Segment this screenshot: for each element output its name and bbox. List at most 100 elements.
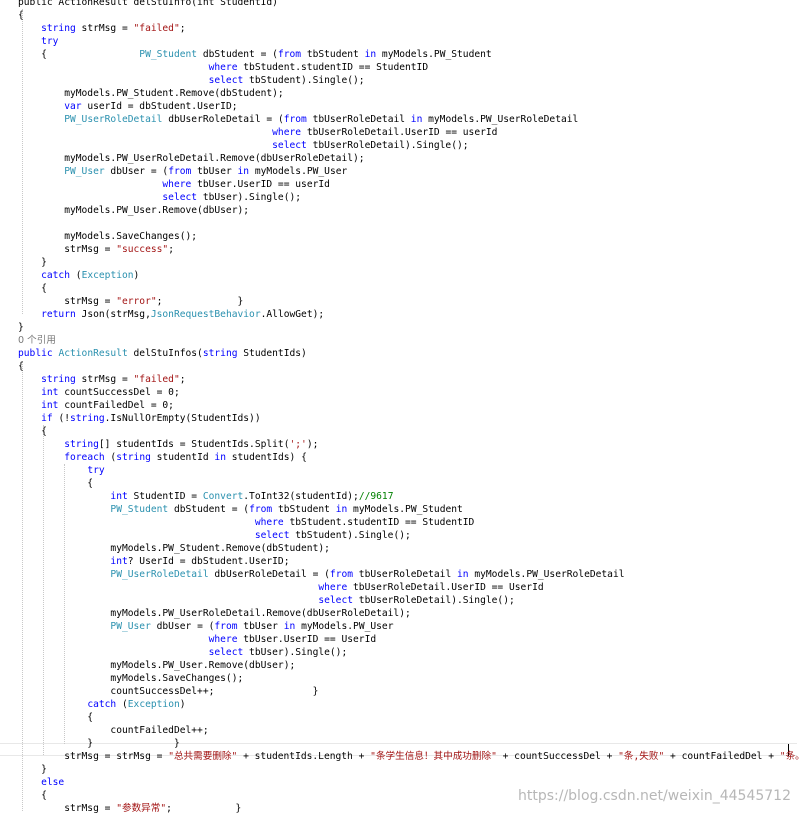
code-line[interactable]: return Json(strMsg,JsonRequestBehavior.A…: [18, 308, 324, 321]
code-line[interactable]: where tbUserRoleDetail.UserID == UserId: [18, 581, 543, 594]
code-token: string: [70, 413, 105, 424]
code-line[interactable]: public ActionResult delStuInfos(string S…: [18, 347, 307, 360]
code-line[interactable]: int? UserId = dbStudent.UserID;: [18, 555, 289, 568]
code-token: from: [214, 621, 238, 632]
code-line[interactable]: int countSuccessDel = 0;: [18, 386, 180, 399]
code-editor[interactable]: public ActionResult delStuInfo(int Stude…: [0, 0, 801, 814]
code-line[interactable]: { PW_Student dbStudent = (from tbStudent…: [18, 48, 492, 61]
code-token: from: [329, 569, 354, 580]
code-line[interactable]: PW_User dbUser = (from tbUser in myModel…: [18, 165, 347, 178]
code-line[interactable]: string[] studentIds = StudentIds.Split('…: [18, 438, 318, 451]
code-token: myModels.SaveChanges();: [18, 673, 244, 684]
code-line[interactable]: int StudentID = Convert.ToInt32(studentI…: [18, 490, 393, 503]
code-token: ): [179, 699, 186, 710]
code-line[interactable]: strMsg = strMsg = "总共需要删除" + studentIds.…: [18, 750, 801, 763]
code-token: string: [202, 348, 238, 359]
code-line[interactable]: {: [18, 425, 47, 438]
code-token: studentIds) {: [225, 452, 307, 463]
code-line[interactable]: select tbUserRoleDetail).Single();: [18, 594, 514, 607]
code-line[interactable]: strMsg = "error"; }: [18, 295, 243, 308]
code-line[interactable]: var userId = dbStudent.UserID;: [18, 100, 237, 113]
code-line[interactable]: PW_Student dbStudent = (from tbStudent i…: [18, 503, 462, 516]
code-line[interactable]: myModels.PW_User.Remove(dbUser);: [18, 659, 295, 672]
code-line[interactable]: myModels.SaveChanges();: [18, 230, 197, 243]
code-line[interactable]: else: [18, 776, 64, 789]
code-token: myModels.PW_User: [295, 621, 394, 632]
code-token: where: [272, 127, 302, 138]
code-line[interactable]: select tbUser).Single();: [18, 191, 301, 204]
code-line[interactable]: {: [18, 282, 47, 295]
code-line[interactable]: catch (Exception): [18, 269, 139, 282]
code-line[interactable]: strMsg = "参数异常"; }: [18, 802, 241, 814]
code-line[interactable]: strMsg = "success";: [18, 243, 174, 256]
code-token: delStuInfos(: [127, 348, 203, 359]
code-token: string: [64, 439, 99, 450]
code-line[interactable]: myModels.PW_UserRoleDetail.Remove(dbUser…: [18, 607, 410, 620]
code-line[interactable]: select tbUserRoleDetail).Single();: [18, 139, 468, 152]
code-line[interactable]: PW_UserRoleDetail dbUserRoleDetail = (fr…: [18, 113, 578, 126]
code-line[interactable]: if (!string.IsNullOrEmpty(StudentIds)): [18, 412, 261, 425]
code-line[interactable]: myModels.PW_UserRoleDetail.Remove(dbUser…: [18, 152, 364, 165]
code-line[interactable]: select tbUser).Single();: [18, 646, 348, 659]
code-line[interactable]: select tbStudent).Single();: [18, 529, 411, 542]
code-line[interactable]: PW_User dbUser = (from tbUser in myModel…: [18, 620, 394, 633]
code-line[interactable]: } }: [18, 737, 179, 750]
code-line[interactable]: where tbStudent.studentID == StudentID: [18, 61, 429, 74]
code-token: dbUserRoleDetail = (: [162, 114, 284, 125]
code-line[interactable]: string strMsg = "failed";: [18, 22, 185, 35]
code-line[interactable]: {: [18, 477, 93, 490]
code-token: PW_UserRoleDetail: [110, 569, 209, 580]
code-line[interactable]: PW_UserRoleDetail dbUserRoleDetail = (fr…: [18, 568, 624, 581]
code-line[interactable]: myModels.PW_Student.Remove(dbStudent);: [18, 87, 284, 100]
code-token: tbUser).Single();: [197, 192, 302, 203]
code-line[interactable]: myModels.PW_Student.Remove(dbStudent);: [18, 542, 330, 555]
code-token: (: [104, 452, 117, 463]
code-token: tbUserRoleDetail: [306, 114, 411, 125]
code-token: }: [18, 322, 24, 333]
code-line[interactable]: int countFailedDel = 0;: [18, 399, 174, 412]
code-token: }: [18, 257, 47, 268]
code-line[interactable]: countFailedDel++;: [18, 724, 208, 737]
code-line[interactable]: foreach (string studentId in studentIds)…: [18, 451, 307, 464]
code-line[interactable]: {: [18, 789, 47, 802]
code-token: strMsg =: [18, 803, 117, 814]
code-line[interactable]: string strMsg = "failed";: [18, 373, 185, 386]
code-token: where: [254, 517, 284, 528]
code-token: strMsg =: [75, 23, 134, 34]
code-token: + countSuccessDel +: [496, 751, 619, 762]
code-line[interactable]: where tbStudent.studentID == StudentID: [18, 516, 475, 529]
reference-count-lens[interactable]: 0 个引用: [18, 335, 56, 346]
code-line[interactable]: public ActionResult delStuInfo(int Stude…: [18, 0, 278, 9]
code-token: in: [410, 114, 423, 125]
code-line[interactable]: }: [18, 256, 47, 269]
code-line[interactable]: 0 个引用: [18, 334, 56, 347]
code-line[interactable]: where tbUser.UserID == UserId: [18, 633, 377, 646]
code-token: StudentID =: [127, 491, 203, 502]
code-token: "error": [116, 296, 157, 307]
code-line[interactable]: try: [18, 464, 105, 477]
code-line[interactable]: myModels.SaveChanges();: [18, 672, 243, 685]
code-line[interactable]: }: [18, 321, 24, 334]
code-line[interactable]: where tbUserRoleDetail.UserID == userId: [18, 126, 497, 139]
code-line[interactable]: try: [18, 35, 58, 48]
code-token: where: [208, 634, 238, 645]
code-token: "failed": [133, 374, 180, 385]
code-token: int: [41, 387, 59, 398]
code-line[interactable]: myModels.PW_User.Remove(dbUser);: [18, 204, 249, 217]
code-token: tbStudent.studentID == StudentID: [283, 517, 475, 528]
code-line[interactable]: {: [18, 9, 24, 22]
code-line[interactable]: {: [18, 711, 93, 724]
code-line[interactable]: {: [18, 360, 24, 373]
code-line[interactable]: catch (Exception): [18, 698, 186, 711]
code-token: from: [249, 504, 273, 515]
code-line[interactable]: countSuccessDel++; }: [18, 685, 318, 698]
code-token: try: [87, 465, 105, 476]
code-line[interactable]: select tbStudent).Single();: [18, 74, 365, 87]
code-line[interactable]: }: [18, 763, 47, 776]
code-line[interactable]: where tbUser.UserID == userId: [18, 178, 330, 191]
